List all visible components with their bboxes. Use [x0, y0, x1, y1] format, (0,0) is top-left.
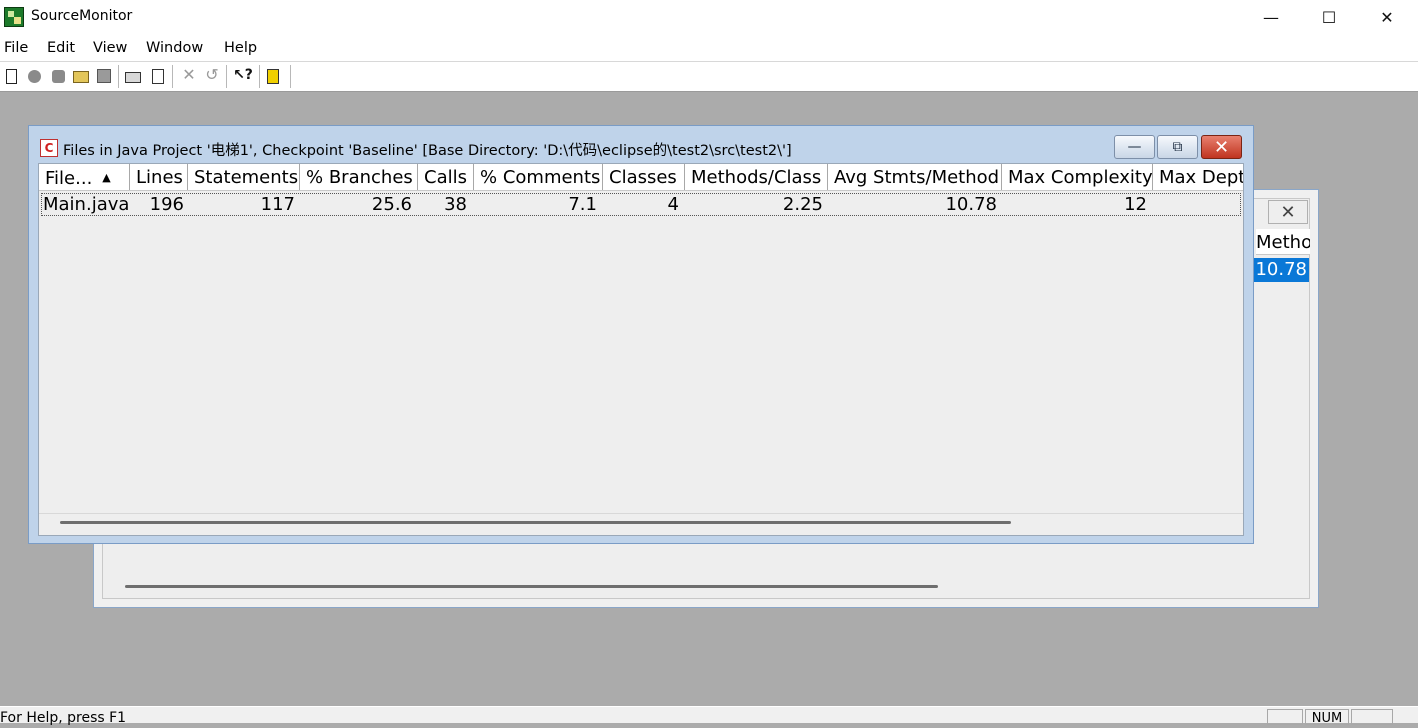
column-header-avg-stmts[interactable]: Avg Stmts/Method: [828, 164, 1002, 190]
print-icon[interactable]: [125, 72, 141, 83]
cell-calls: 38: [444, 194, 467, 215]
app-title-bar: SourceMonitor — ☐ ✕: [0, 0, 1418, 35]
open-folder-icon[interactable]: [73, 71, 89, 83]
delete-icon[interactable]: ✕: [179, 66, 199, 86]
child-close-button[interactable]: ✕: [1201, 135, 1242, 159]
close-button[interactable]: ✕: [1358, 0, 1416, 35]
status-text: For Help, press F1: [0, 710, 127, 726]
record-icon[interactable]: [52, 70, 65, 83]
files-child-window[interactable]: C Files in Java Project '电梯1', Checkpoin…: [28, 125, 1254, 544]
status-pane-scroll: [1351, 709, 1393, 725]
menu-file[interactable]: File: [4, 40, 28, 56]
menu-bar: File Edit View Window Help: [0, 35, 1418, 62]
cell-methods-class: 2.25: [782, 194, 823, 215]
maximize-button[interactable]: ☐: [1300, 0, 1358, 35]
cell-classes: 4: [667, 194, 679, 215]
cell-avg-stmts: 10.78: [945, 194, 997, 215]
files-list-view[interactable]: File... ▲ Lines Statements % Branches Cal…: [38, 163, 1244, 536]
checkpoint-window-icon: C: [40, 139, 58, 157]
horizontal-scroll-track: [39, 513, 1243, 535]
save-icon[interactable]: [97, 69, 111, 83]
column-header-comments[interactable]: % Comments: [474, 164, 603, 190]
cell-file: Main.java: [43, 194, 130, 215]
menu-window[interactable]: Window: [146, 40, 203, 56]
files-window-title: Files in Java Project '电梯1', Checkpoint …: [63, 143, 792, 159]
column-header-calls[interactable]: Calls: [418, 164, 474, 190]
toolbar: ✕ ↺ ↖?: [0, 62, 1418, 92]
toolbar-separator: [172, 65, 173, 88]
status-bar: For Help, press F1 NUM: [0, 706, 1418, 726]
child-restore-button[interactable]: ⧉: [1157, 135, 1198, 159]
print-preview-icon[interactable]: [152, 69, 164, 84]
background-selected-cell[interactable]: 10.78: [1253, 258, 1309, 282]
list-header: File... ▲ Lines Statements % Branches Cal…: [39, 164, 1243, 191]
cell-lines: 196: [149, 194, 184, 215]
status-pane-num: NUM: [1305, 709, 1349, 726]
toolbar-separator: [118, 65, 119, 88]
column-header-max-complexity[interactable]: Max Complexity: [1002, 164, 1153, 190]
column-header-lines[interactable]: Lines: [130, 164, 188, 190]
column-header-statements[interactable]: Statements: [188, 164, 300, 190]
sort-ascending-icon: ▲: [102, 171, 111, 184]
cell-comments: 7.1: [568, 194, 597, 215]
cell-branches: 25.6: [371, 194, 412, 215]
horizontal-scrollbar[interactable]: [60, 521, 1011, 524]
cell-max-complexity: 12: [1124, 194, 1147, 215]
undo-icon[interactable]: ↺: [202, 66, 222, 86]
source-monitor-app-icon[interactable]: [4, 7, 24, 27]
toolbar-separator: [290, 65, 291, 88]
cell-statements: 117: [260, 194, 295, 215]
app-title: SourceMonitor: [31, 8, 133, 24]
menu-view[interactable]: View: [93, 40, 127, 56]
column-header-branches[interactable]: % Branches: [300, 164, 418, 190]
background-column-header[interactable]: Method: [1256, 229, 1310, 255]
context-help-icon[interactable]: ↖?: [233, 66, 253, 86]
minimize-button[interactable]: —: [1242, 0, 1300, 35]
background-horizontal-scrollbar[interactable]: [125, 585, 938, 588]
toolbar-separator: [259, 65, 260, 88]
alert-icon[interactable]: [267, 69, 279, 84]
status-pane-caps: [1267, 709, 1303, 725]
menu-edit[interactable]: Edit: [47, 40, 75, 56]
stop-icon[interactable]: [28, 70, 41, 83]
table-row[interactable]: Main.java 196 117 25.6 38 7.1 4 2.25 10.…: [41, 193, 1241, 216]
background-window-close-button[interactable]: ✕: [1268, 200, 1308, 224]
toolbar-separator: [226, 65, 227, 88]
child-minimize-button[interactable]: —: [1114, 135, 1155, 159]
column-header-methods-class[interactable]: Methods/Class: [685, 164, 828, 190]
menu-help[interactable]: Help: [224, 40, 257, 56]
column-header-max-depth[interactable]: Max Dept: [1153, 164, 1243, 190]
new-icon[interactable]: [6, 69, 17, 84]
column-header-classes[interactable]: Classes: [603, 164, 685, 190]
column-header-file[interactable]: File... ▲: [39, 164, 130, 190]
